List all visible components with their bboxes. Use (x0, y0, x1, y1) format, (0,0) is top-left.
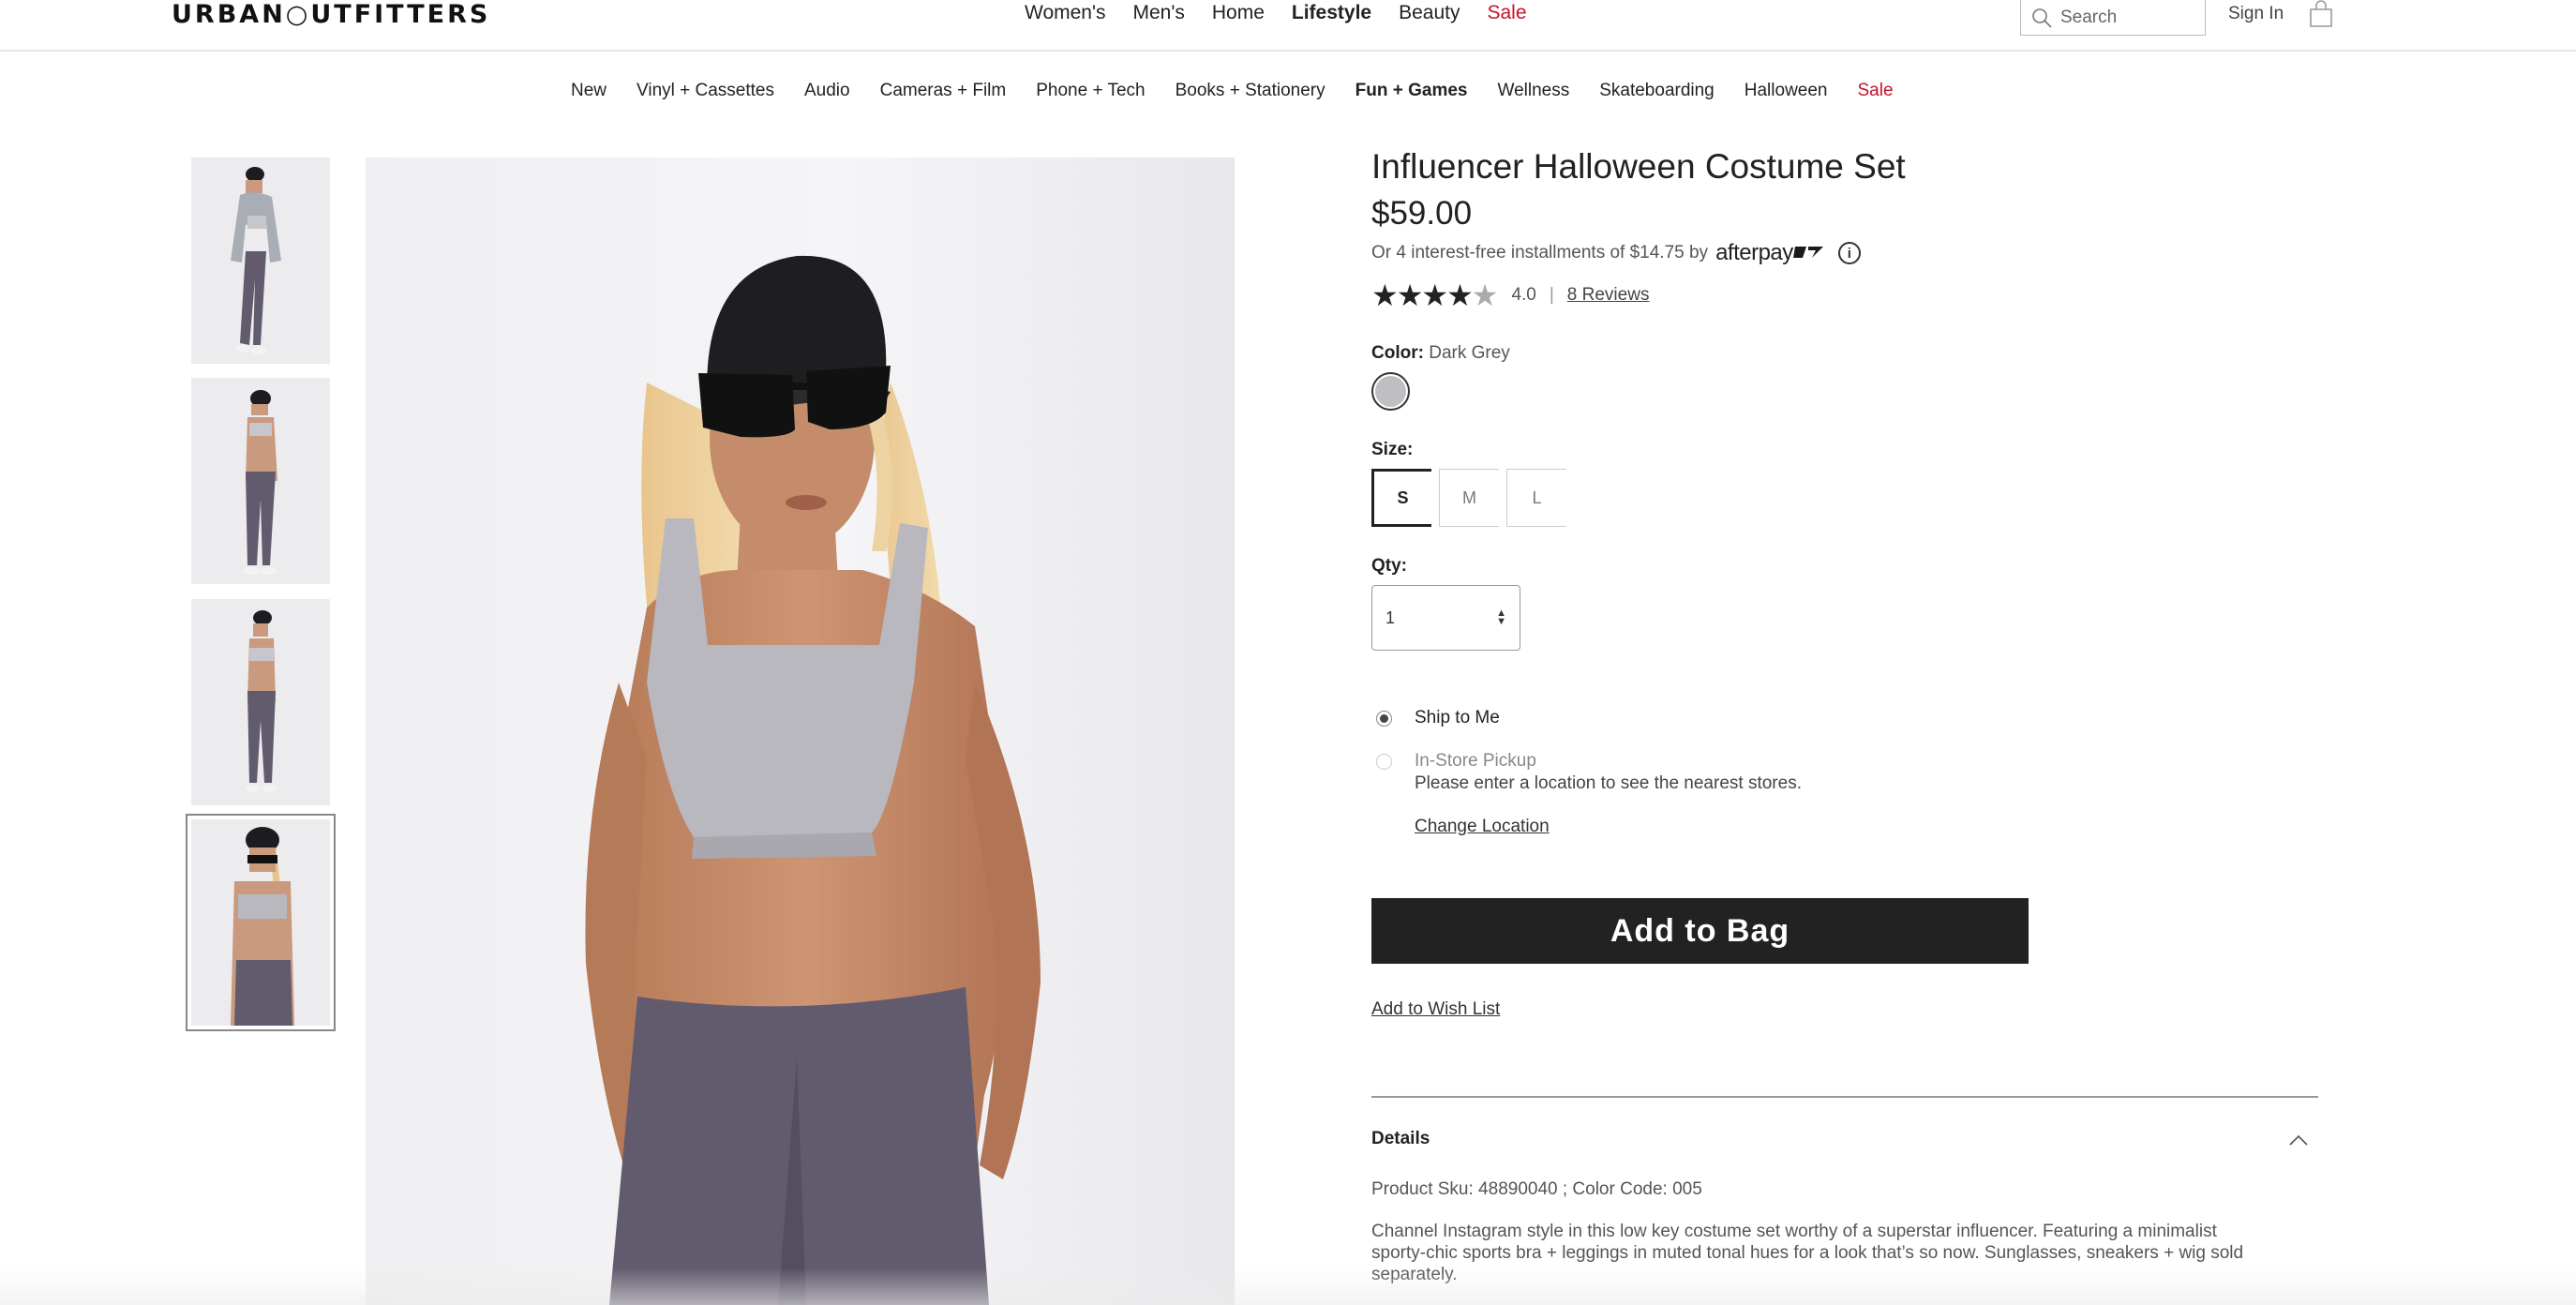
size-option-s[interactable]: S (1371, 469, 1431, 527)
nav-womens[interactable]: Women's (1025, 2, 1105, 24)
model-closeup-image (191, 819, 330, 1026)
select-arrows-icon: ▲ ▼ (1496, 608, 1506, 627)
ship-to-me-radio[interactable] (1376, 710, 1392, 727)
search-icon (2032, 8, 2052, 28)
size-selector: S M L (1371, 469, 1574, 527)
subnav-fun-games[interactable]: Fun + Games (1355, 81, 1468, 101)
category-subnav: New Vinyl + Cassettes Audio Cameras + Fi… (571, 81, 1924, 101)
gallery-thumbnail[interactable] (191, 599, 330, 805)
afterpay-text: Or 4 interest-free installments of $14.7… (1371, 243, 1709, 262)
nav-lifestyle[interactable]: Lifestyle (1292, 2, 1371, 24)
reviews-link[interactable]: 8 Reviews (1567, 285, 1650, 306)
subnav-halloween[interactable]: Halloween (1745, 81, 1828, 101)
ship-to-me-option[interactable]: Ship to Me (1376, 708, 1500, 728)
gallery-thumbnail[interactable] (191, 378, 330, 584)
quantity-select[interactable]: 1 ▲ ▼ (1371, 585, 1520, 651)
product-price: $59.00 (1371, 195, 1473, 232)
model-side-image (191, 599, 330, 805)
subnav-audio[interactable]: Audio (804, 81, 850, 101)
pickup-note: Please enter a location to see the neare… (1415, 773, 1802, 793)
size-option-m[interactable]: M (1439, 469, 1499, 527)
color-label: Color: Dark Grey (1371, 343, 1510, 363)
change-location-link[interactable]: Change Location (1415, 817, 1550, 837)
product-title: Influencer Halloween Costume Set (1371, 147, 1906, 186)
top-header: URBAN○UTFITTERS Women's Men's Home Lifes… (0, 0, 2576, 52)
in-store-pickup-radio[interactable] (1376, 753, 1392, 770)
product-description: Channel Instagram style in this low key … (1371, 1222, 2244, 1284)
afterpay-arrows-icon (1792, 247, 1823, 258)
gallery-thumbnail-active[interactable] (186, 814, 336, 1031)
size-label: Size: (1371, 440, 1414, 459)
gallery-thumbnail[interactable] (191, 158, 330, 364)
subnav-cameras[interactable]: Cameras + Film (880, 81, 1007, 101)
info-icon[interactable]: i (1837, 242, 1861, 264)
add-to-bag-button[interactable]: Add to Bag (1371, 898, 2029, 964)
rating-value: 4.0 (1511, 285, 1536, 305)
rating-separator: | (1549, 285, 1554, 305)
ship-to-me-label: Ship to Me (1415, 708, 1500, 728)
afterpay-row: Or 4 interest-free installments of $14.7… (1371, 240, 1861, 266)
nav-beauty[interactable]: Beauty (1399, 2, 1460, 24)
sign-in-link[interactable]: Sign In (2228, 4, 2284, 24)
in-store-pickup-label: In-Store Pickup (1415, 751, 1536, 771)
subnav-books[interactable]: Books + Stationery (1176, 81, 1325, 101)
nav-home[interactable]: Home (1212, 2, 1265, 24)
nav-sale[interactable]: Sale (1487, 2, 1526, 24)
nav-mens[interactable]: Men's (1132, 2, 1184, 24)
chevron-up-icon[interactable] (2289, 1131, 2308, 1149)
details-header[interactable]: Details (1371, 1129, 1430, 1149)
search-input[interactable] (2060, 7, 2192, 28)
model-main-image (366, 158, 1235, 1305)
subnav-sale[interactable]: Sale (1858, 81, 1894, 101)
main-product-image[interactable] (366, 158, 1235, 1305)
color-value: Dark Grey (1429, 343, 1510, 363)
search-box[interactable] (2020, 0, 2206, 36)
add-to-wishlist-link[interactable]: Add to Wish List (1371, 999, 1500, 1020)
subnav-new[interactable]: New (571, 81, 607, 101)
size-option-l[interactable]: L (1506, 469, 1566, 527)
model-back-image (191, 378, 330, 584)
main-nav: Women's Men's Home Lifestyle Beauty Sale (1025, 2, 1554, 24)
rating-row: ★★★★★ 4.0 | 8 Reviews (1371, 280, 1649, 310)
subnav-wellness[interactable]: Wellness (1497, 81, 1569, 101)
quantity-value: 1 (1385, 608, 1396, 627)
afterpay-logo: afterpay (1715, 240, 1825, 266)
qty-label: Qty: (1371, 556, 1407, 576)
shopping-bag-icon[interactable] (2308, 0, 2334, 28)
site-logo[interactable]: URBAN○UTFITTERS (172, 0, 490, 29)
divider (1371, 1096, 2318, 1098)
in-store-pickup-option[interactable]: In-Store Pickup (1376, 751, 1536, 772)
subnav-skateboarding[interactable]: Skateboarding (1599, 81, 1715, 101)
subnav-phone-tech[interactable]: Phone + Tech (1036, 81, 1145, 101)
model-full-front-image (191, 158, 330, 364)
product-sku: Product Sku: 48890040 ; Color Code: 005 (1371, 1179, 1702, 1199)
color-swatch-dark-grey[interactable] (1371, 372, 1410, 411)
subnav-vinyl[interactable]: Vinyl + Cassettes (637, 81, 774, 101)
rating-stars-icon: ★★★★★ (1371, 278, 1498, 312)
